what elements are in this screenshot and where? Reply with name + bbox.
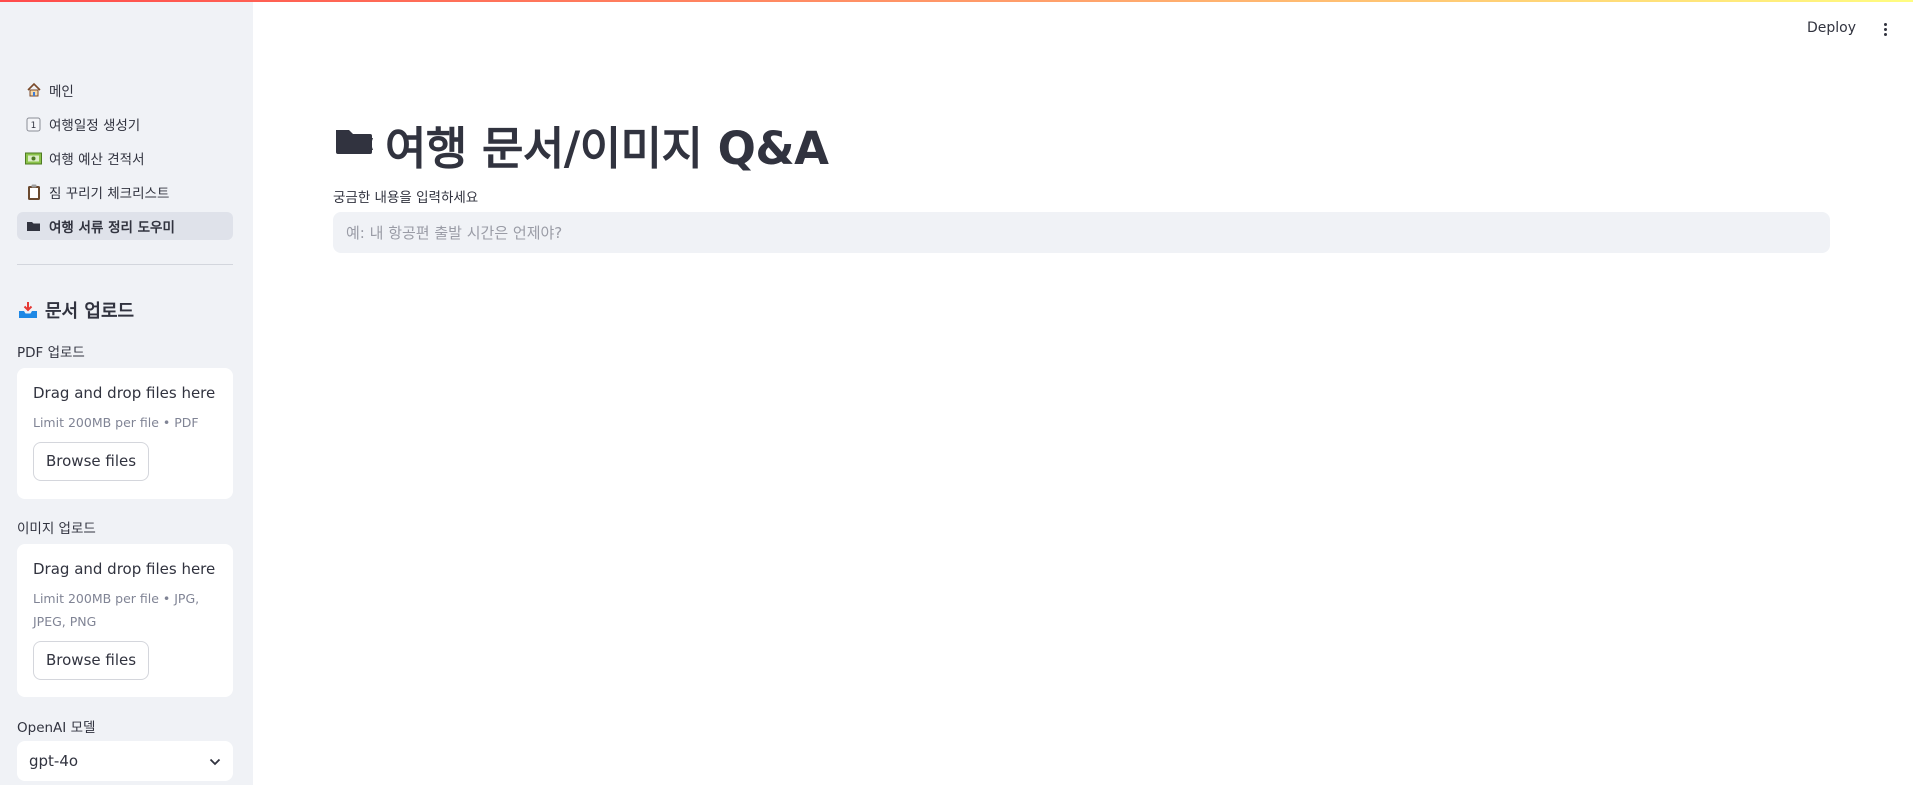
svg-text:1: 1 — [31, 121, 37, 131]
sidebar: 메인 1 여행일정 생성기 여행 예산 견적서 짐 꾸리기 체크리스트 여행 서… — [0, 0, 253, 785]
sidebar-item-label: 여행일정 생성기 — [49, 118, 141, 134]
page-title-text: 여행 문서/이미지 Q&A — [385, 122, 829, 175]
sidebar-item-budget[interactable]: 여행 예산 견적서 — [17, 144, 233, 172]
image-upload-label: 이미지 업로드 — [17, 521, 96, 537]
image-browse-button[interactable]: Browse files — [33, 641, 150, 680]
question-input[interactable] — [333, 212, 1830, 253]
house-icon — [25, 82, 42, 99]
model-select-value: gpt-4o — [29, 752, 79, 770]
main-content: Deploy 여행 문서/이미지 Q&A 궁금한 내용을 입력하세요 — [253, 0, 1913, 785]
image-drop-text: Drag and drop files here — [33, 560, 216, 578]
model-select[interactable]: gpt-4o — [17, 741, 233, 781]
question-label: 궁금한 내용을 입력하세요 — [333, 190, 479, 206]
pdf-drop-text: Drag and drop files here — [33, 384, 216, 402]
sidebar-item-documents[interactable]: 여행 서류 정리 도우미 — [17, 212, 233, 240]
upload-section-title: 문서 업로드 — [17, 297, 134, 323]
sidebar-item-label: 짐 꾸리기 체크리스트 — [49, 186, 170, 202]
sidebar-item-label: 여행 예산 견적서 — [49, 152, 145, 168]
page-title: 여행 문서/이미지 Q&A — [333, 112, 829, 177]
sidebar-divider — [17, 264, 233, 265]
pdf-upload-label: PDF 업로드 — [17, 345, 85, 361]
folder-icon — [333, 118, 385, 171]
sidebar-nav: 메인 1 여행일정 생성기 여행 예산 견적서 짐 꾸리기 체크리스트 여행 서… — [17, 76, 233, 246]
upload-section-title-text: 문서 업로드 — [45, 301, 135, 322]
sidebar-item-label: 메인 — [49, 84, 74, 100]
image-dropzone[interactable]: Drag and drop files here Limit 200MB per… — [17, 544, 233, 697]
keycap-one-icon: 1 — [25, 116, 42, 133]
sidebar-item-main[interactable]: 메인 — [17, 76, 233, 104]
pdf-browse-button[interactable]: Browse files — [33, 442, 150, 481]
clipboard-icon — [25, 184, 42, 201]
sidebar-item-label: 여행 서류 정리 도우미 — [49, 220, 175, 236]
pdf-limit-text: Limit 200MB per file • PDF — [33, 415, 199, 430]
inbox-tray-icon — [17, 299, 39, 321]
image-limit-text: Limit 200MB per file • JPG, JPEG, PNG — [33, 591, 200, 629]
pdf-dropzone[interactable]: Drag and drop files here Limit 200MB per… — [17, 368, 233, 499]
sidebar-item-packing[interactable]: 짐 꾸리기 체크리스트 — [17, 178, 233, 206]
main-menu-icon[interactable] — [1877, 20, 1893, 38]
money-icon — [25, 150, 42, 167]
model-select-label: OpenAI 모델 — [17, 720, 96, 736]
chevron-down-icon — [209, 752, 221, 770]
deploy-button[interactable]: Deploy — [1807, 20, 1856, 36]
top-decoration-bar — [0, 0, 1913, 2]
folder-icon — [25, 218, 42, 235]
sidebar-item-itinerary[interactable]: 1 여행일정 생성기 — [17, 110, 233, 138]
